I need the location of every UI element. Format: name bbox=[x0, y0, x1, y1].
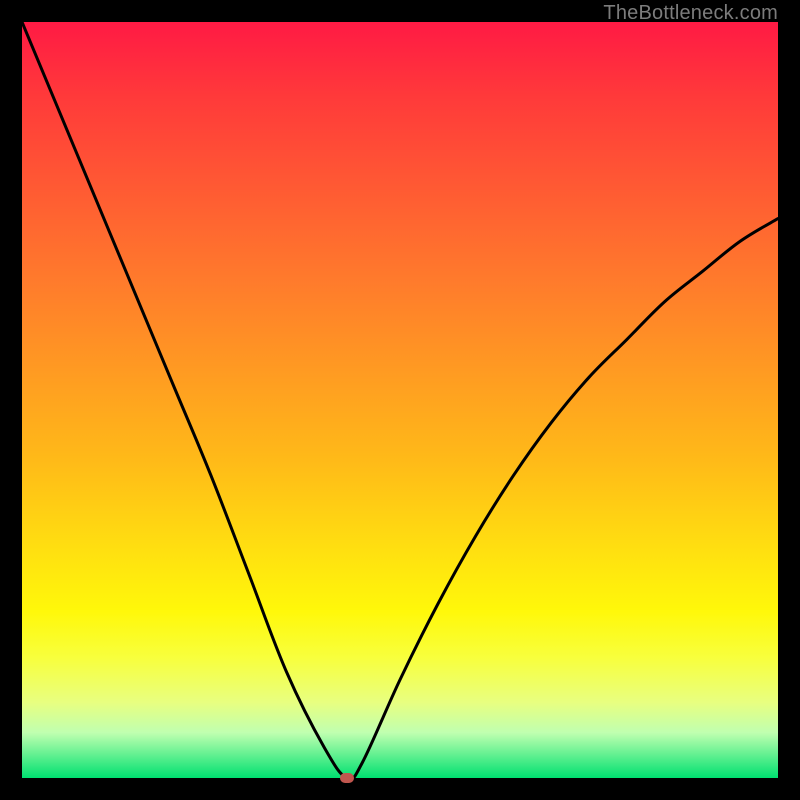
watermark-text: TheBottleneck.com bbox=[603, 2, 778, 25]
bottleneck-curve bbox=[22, 22, 778, 778]
optimal-marker bbox=[340, 773, 354, 783]
plot-area bbox=[22, 22, 778, 778]
chart-frame: TheBottleneck.com bbox=[0, 0, 800, 800]
